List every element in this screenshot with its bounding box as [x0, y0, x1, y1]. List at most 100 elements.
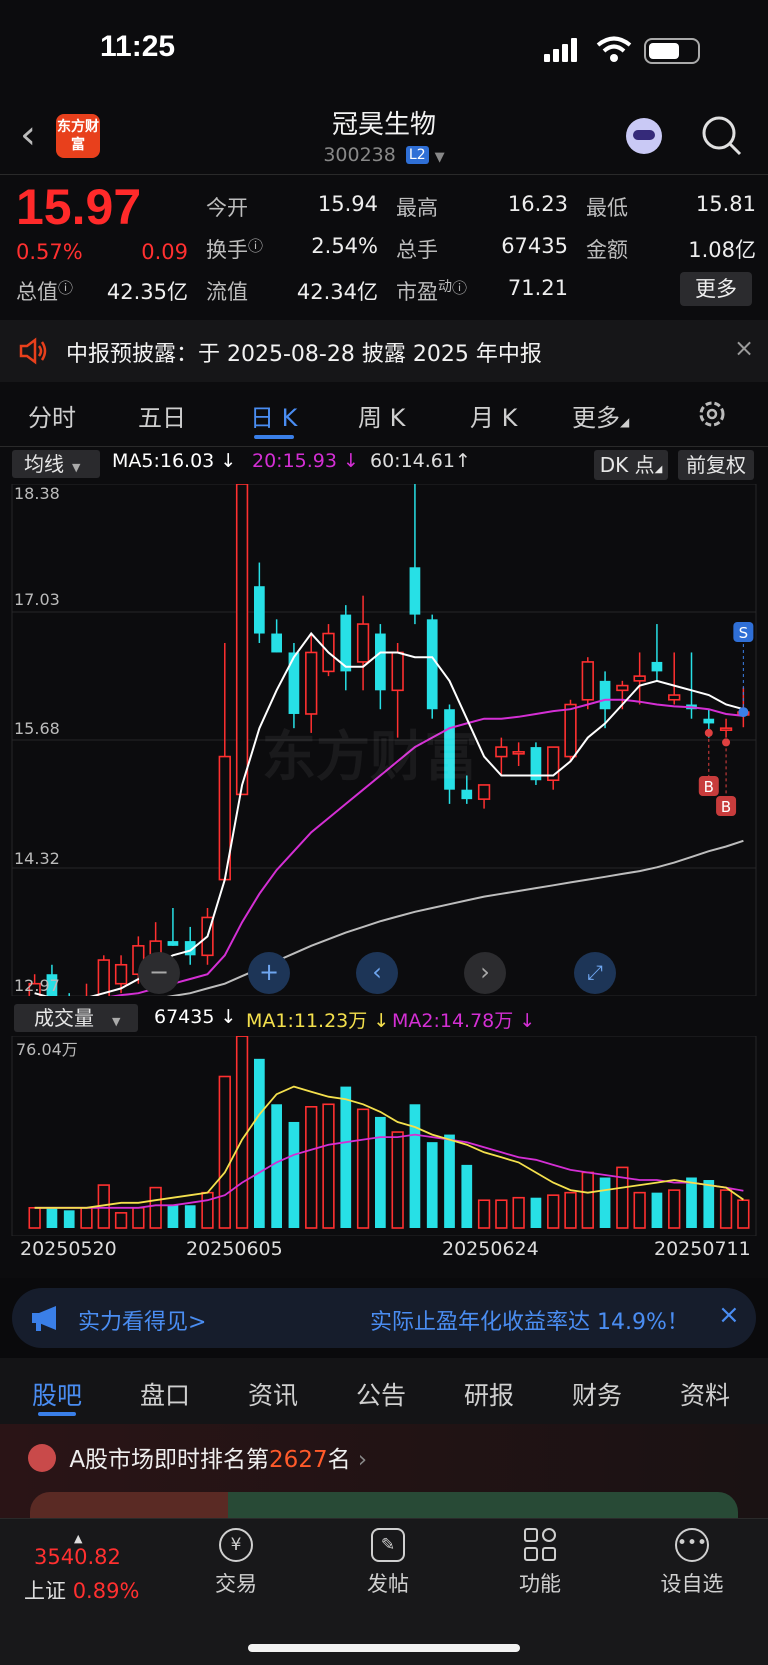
close-icon[interactable]: ×: [718, 1300, 740, 1330]
wifi-icon: [596, 36, 632, 62]
zoom-out-button[interactable]: −: [138, 952, 180, 994]
tab-order-book[interactable]: 盘口: [140, 1376, 190, 1412]
tab-research[interactable]: 研报: [464, 1376, 514, 1412]
down-arrow-icon: ↓: [214, 1006, 237, 1028]
volume-bar: [167, 1205, 179, 1228]
candle-body: [564, 703, 577, 758]
index-ticker[interactable]: ▲ 3540.82 上证 0.89%: [24, 1532, 164, 1605]
down-arrow-icon: ↓: [214, 450, 237, 472]
candle-body: [616, 684, 629, 692]
pan-right-button[interactable]: ›: [464, 952, 506, 994]
volume-bar: [477, 1199, 491, 1229]
volume-bar: [512, 1196, 525, 1229]
sell-marker-dot: [738, 707, 749, 718]
chart-bar-icon: [28, 1444, 56, 1472]
volume-bar: [461, 1164, 473, 1228]
robot-assistant-icon[interactable]: [626, 118, 662, 154]
tab-profile[interactable]: 资料: [680, 1376, 730, 1412]
speaker-icon: [19, 337, 47, 365]
ad-left-text: 实力看得见>: [78, 1310, 207, 1335]
candle-body: [167, 941, 179, 946]
down-arrow-icon: ↓: [336, 450, 359, 472]
candle-body: [374, 633, 386, 691]
candle-body: [356, 623, 370, 663]
adjust-button[interactable]: 前复权: [678, 450, 754, 480]
volume-bar: [28, 1207, 41, 1229]
tab-monthly-k[interactable]: 月 K: [470, 398, 517, 433]
fullscreen-icon[interactable]: ⤢: [574, 952, 616, 994]
volume-bar: [391, 1131, 404, 1229]
close-icon[interactable]: ×: [734, 334, 754, 362]
tab-more[interactable]: 更多◢: [572, 398, 629, 433]
candle-body: [253, 586, 265, 634]
buy-marker-label: B: [704, 778, 714, 796]
tab-five-day[interactable]: 五日: [138, 398, 186, 433]
tab-intraday[interactable]: 分时: [28, 398, 76, 433]
tab-news[interactable]: 资讯: [248, 1376, 298, 1412]
price-axis-label: 14.32: [14, 849, 60, 868]
volume-bar: [235, 1036, 249, 1229]
pe-label[interactable]: 市盈动ⓘ: [396, 276, 467, 306]
price-axis-label: 15.68: [14, 719, 60, 738]
ad-banner[interactable]: 实力看得见> 实际止盈年化收益率达 14.9%！ ×: [12, 1288, 756, 1348]
nav-functions[interactable]: 功能: [480, 1528, 600, 1598]
volume-bar: [340, 1086, 352, 1228]
amount-value: 1.08亿: [688, 238, 756, 262]
volume-value: 67435: [501, 234, 568, 258]
tab-daily-k[interactable]: 日 K: [250, 398, 297, 433]
volume-bar: [374, 1116, 386, 1228]
screen: 11:25 ‹ 东方财富 冠昊生物 300238 L2 ▼ 15.97 0.57…: [0, 0, 768, 1665]
notice-text: 中报预披露：于 2025-08-28 披露 2025 年中报: [66, 342, 542, 367]
price-axis-label: 17.03: [14, 590, 60, 609]
nav-add-watchlist[interactable]: ••• 设自选: [632, 1528, 752, 1598]
candle-body: [235, 484, 249, 796]
volume-bar: [633, 1191, 646, 1229]
buy-marker-dot: [722, 738, 731, 747]
pan-left-button[interactable]: ‹: [356, 952, 398, 994]
candle-body: [426, 619, 438, 710]
ma60-readout: 60:14.61↑: [370, 450, 471, 472]
notice-banner[interactable]: 中报预披露：于 2025-08-28 披露 2025 年中报 ×: [0, 320, 768, 382]
vol-ma2-line: [34, 1133, 744, 1209]
ranking-row[interactable]: A股市场即时排名第2627名 ›: [28, 1440, 367, 1474]
tab-announcements[interactable]: 公告: [356, 1376, 406, 1412]
yuan-icon: ¥: [219, 1528, 253, 1562]
index-name: 上证: [24, 1579, 66, 1603]
tab-financials[interactable]: 财务: [572, 1376, 622, 1412]
stock-code: 300238: [323, 144, 396, 166]
home-indicator: [248, 1644, 520, 1652]
chevron-right-icon: ›: [357, 1447, 368, 1473]
turnover-label[interactable]: 换手ⓘ: [206, 234, 263, 264]
candle-body: [581, 661, 594, 701]
dk-point-button[interactable]: DK 点◢: [594, 450, 668, 480]
market-cap-label[interactable]: 总值ⓘ: [16, 276, 73, 306]
nav-post[interactable]: ✎ 发帖: [328, 1528, 448, 1598]
signal-icon: [544, 38, 580, 62]
index-percent: 0.89%: [72, 1579, 140, 1603]
candle-body: [719, 727, 733, 731]
buy-marker-label: B: [721, 798, 731, 816]
tab-guba[interactable]: 股吧: [32, 1376, 82, 1412]
search-icon[interactable]: [700, 114, 744, 158]
more-button[interactable]: 更多: [680, 272, 752, 306]
nav-trade[interactable]: ¥ 交易: [176, 1528, 296, 1598]
info-icon: ⓘ: [248, 237, 264, 255]
sell-marker-label: S: [739, 624, 749, 642]
open-value: 15.94: [317, 192, 378, 216]
volume-indicator-selector[interactable]: 成交量 ▼: [14, 1004, 138, 1032]
corner-arrow-icon: ◢: [620, 415, 630, 429]
gear-icon[interactable]: [696, 398, 728, 430]
candle-body: [495, 746, 508, 758]
grid-icon: [524, 1528, 556, 1562]
volume-chart[interactable]: [0, 1036, 768, 1236]
indicator-selector[interactable]: 均线 ▼: [12, 450, 100, 478]
volume-axis-max: 76.04万: [16, 1040, 78, 1059]
candle-body: [409, 567, 421, 615]
amount-label: 金额: [586, 238, 628, 262]
tab-weekly-k[interactable]: 周 K: [358, 398, 405, 433]
volume-bar: [737, 1199, 750, 1229]
buy-marker-dot: [704, 728, 713, 737]
volume-bar: [184, 1205, 196, 1228]
zoom-in-button[interactable]: +: [248, 952, 290, 994]
volume-bar: [444, 1134, 455, 1228]
